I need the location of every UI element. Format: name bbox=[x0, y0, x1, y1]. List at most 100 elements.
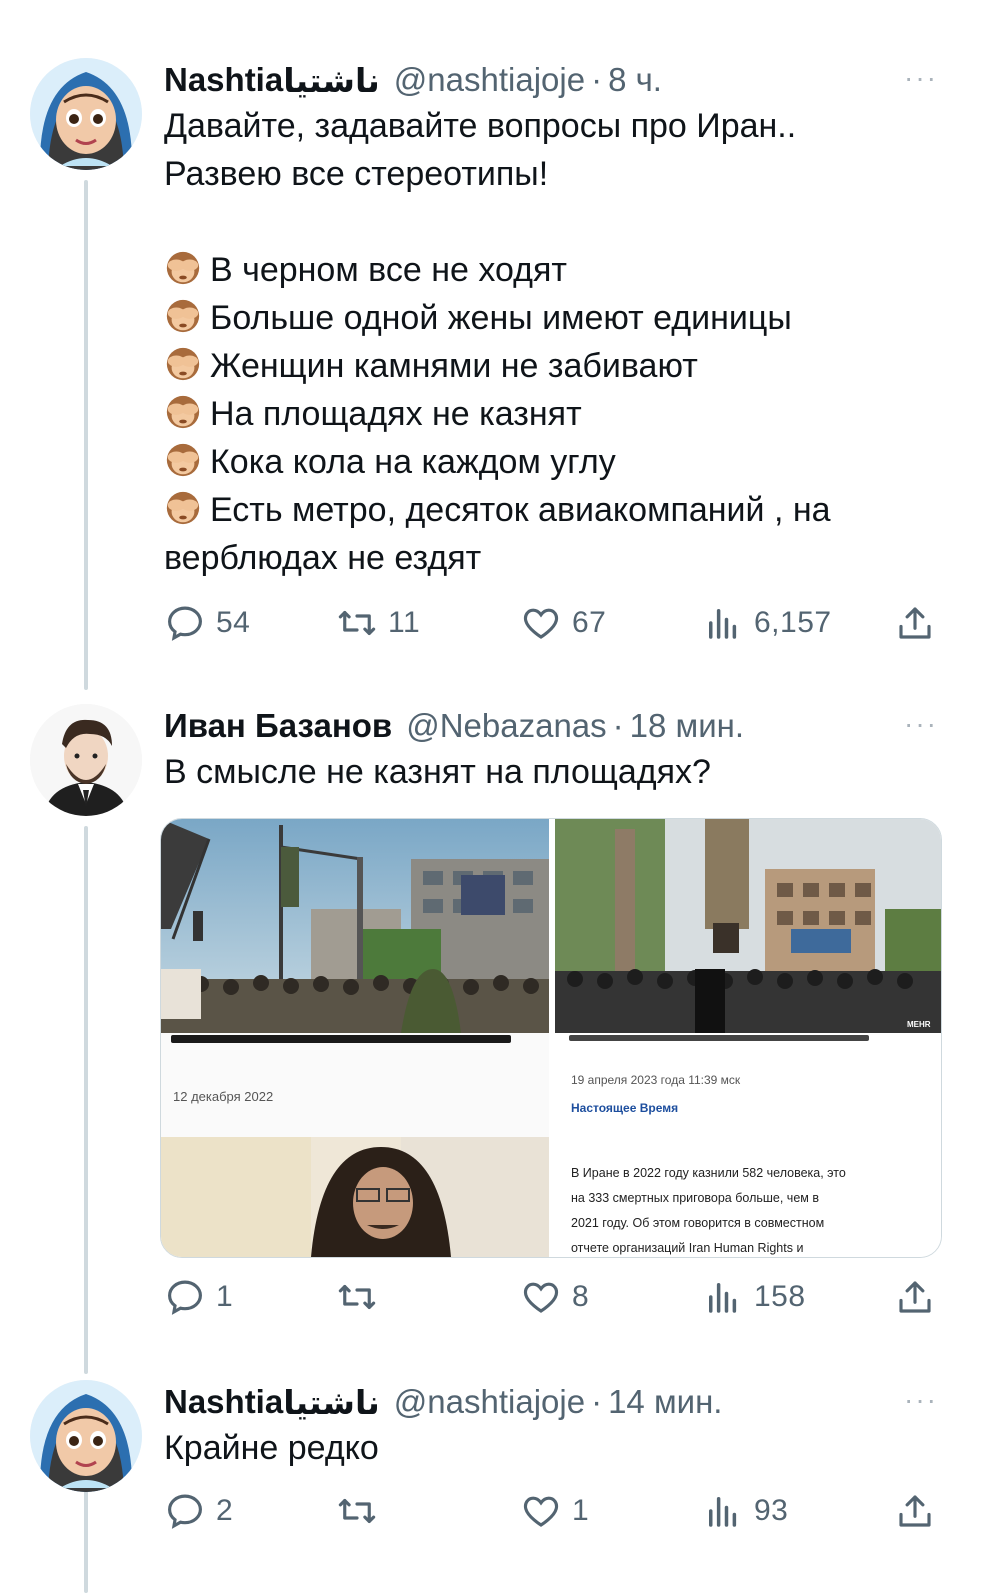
text-line: верблюдах не ездят bbox=[164, 539, 482, 577]
author-name[interactable]: Иван Базанов bbox=[164, 707, 392, 745]
list-item: Больше одной жены имеют единицы bbox=[164, 294, 831, 342]
reply-icon bbox=[168, 606, 202, 641]
retweet-icon bbox=[338, 610, 376, 636]
retweet-button[interactable] bbox=[336, 1486, 388, 1536]
tweet-text: Давайте, задавайте вопросы про Иран.. Ра… bbox=[164, 102, 831, 582]
like-count: 8 bbox=[572, 1280, 590, 1313]
views-count: 6,157 bbox=[754, 606, 832, 639]
more-icon[interactable]: ··· bbox=[904, 1384, 938, 1416]
reply-count: 54 bbox=[216, 606, 251, 639]
share-button[interactable] bbox=[894, 1272, 946, 1322]
views-count: 93 bbox=[754, 1494, 789, 1527]
tweet-header: Nashtia ناشتیا @nashtiajoje · 14 мин. bbox=[164, 1380, 722, 1424]
text-line: Развею все стереотипы! bbox=[164, 155, 549, 193]
item-text: Больше одной жены имеют единицы bbox=[210, 299, 792, 337]
reply-icon bbox=[168, 1494, 202, 1529]
author-name-persian[interactable]: ناشتیا bbox=[283, 61, 380, 100]
tweet-1: Nashtia ناشتیا @nashtiajoje · 8 ч. ··· Д… bbox=[0, 58, 984, 658]
tweet-time[interactable]: 8 ч. bbox=[608, 61, 662, 99]
article-date: 19 апреля 2023 года 11:39 мск bbox=[571, 1073, 741, 1087]
tweet-3: Nashtia ناشتیا @nashtiajoje · 14 мин. ··… bbox=[0, 1380, 984, 1593]
share-icon bbox=[899, 1495, 931, 1527]
media-photo-2[interactable]: MEHR bbox=[555, 819, 941, 1033]
author-name[interactable]: Nashtia bbox=[164, 1383, 283, 1421]
retweet-button[interactable] bbox=[336, 1272, 388, 1322]
like-button[interactable]: 1 bbox=[520, 1486, 589, 1536]
like-button[interactable]: 67 bbox=[520, 598, 606, 648]
views-button[interactable]: 6,157 bbox=[702, 598, 832, 648]
author-name-persian[interactable]: ناشتیا bbox=[283, 1383, 380, 1422]
avatar-ivan[interactable] bbox=[30, 704, 142, 816]
author-handle[interactable]: @Nebazanas bbox=[406, 707, 606, 745]
like-icon bbox=[523, 1282, 559, 1313]
reply-count: 2 bbox=[216, 1494, 234, 1527]
reply-button[interactable]: 1 bbox=[164, 1272, 233, 1322]
reply-button[interactable]: 54 bbox=[164, 598, 250, 648]
author-handle[interactable]: @nashtiajoje bbox=[394, 61, 585, 99]
see-no-evil-emoji bbox=[166, 395, 200, 429]
article-line: на 333 смертных приговора больше, чем в bbox=[571, 1191, 819, 1205]
share-icon bbox=[899, 1281, 931, 1313]
views-button[interactable]: 158 bbox=[702, 1272, 806, 1322]
cut-headline bbox=[171, 1035, 511, 1043]
like-icon bbox=[523, 1496, 559, 1527]
item-text: Женщин камнями не забивают bbox=[210, 347, 698, 385]
share-icon bbox=[899, 607, 931, 639]
article-photo bbox=[161, 1137, 549, 1257]
more-icon[interactable]: ··· bbox=[904, 708, 938, 740]
list-item: В черном все не ходят bbox=[164, 246, 831, 294]
article-line: 2021 году. Об этом говорится в совместно… bbox=[571, 1216, 825, 1230]
article-source[interactable]: Настоящее Время bbox=[571, 1101, 678, 1115]
more-icon[interactable]: ··· bbox=[904, 62, 938, 94]
article-line: отчете организаций Iran Human Rights и bbox=[571, 1241, 804, 1255]
action-bar: 2 1 93 bbox=[164, 1486, 944, 1536]
item-text: В черном все не ходят bbox=[210, 251, 567, 289]
avatar-nashtia[interactable] bbox=[30, 58, 142, 170]
retweet-button[interactable]: 11 bbox=[336, 598, 420, 648]
share-button[interactable] bbox=[894, 1486, 946, 1536]
cut-headline bbox=[569, 1035, 869, 1041]
tweet-header: Иван Базанов @Nebazanas · 18 мин. bbox=[164, 704, 744, 748]
text-line: В смысле не казнят на площадях? bbox=[164, 753, 711, 791]
avatar-nashtia[interactable] bbox=[30, 1380, 142, 1492]
author-handle[interactable]: @nashtiajoje bbox=[394, 1383, 585, 1421]
separator-dot: · bbox=[612, 707, 624, 744]
like-button[interactable]: 8 bbox=[520, 1272, 589, 1322]
author-name[interactable]: Nashtia bbox=[164, 61, 283, 99]
article-right: 19 апреля 2023 года 11:39 мск Настоящее … bbox=[555, 1033, 941, 1257]
tweet-header: Nashtia ناشتیا @nashtiajoje · 8 ч. bbox=[164, 58, 662, 102]
text-line: Давайте, задавайте вопросы про Иран.. bbox=[164, 107, 797, 145]
retweet-icon bbox=[338, 1498, 376, 1524]
list-item: Есть метро, десяток авиакомпаний , на bbox=[164, 486, 831, 534]
tweet-text: Крайне редко bbox=[164, 1424, 379, 1472]
see-no-evil-emoji bbox=[166, 251, 200, 285]
see-no-evil-emoji bbox=[166, 491, 200, 525]
media-photo-1[interactable] bbox=[161, 819, 549, 1033]
like-icon bbox=[523, 608, 559, 639]
views-button[interactable]: 93 bbox=[702, 1486, 788, 1536]
article-left: 12 декабря 2022 bbox=[161, 1033, 549, 1257]
tweet-media[interactable]: MEHR 12 декабря 2022 19 апреля 2023 года… bbox=[160, 818, 942, 1258]
tweet-time[interactable]: 14 мин. bbox=[608, 1383, 722, 1421]
views-icon bbox=[709, 1283, 737, 1313]
separator-dot: · bbox=[591, 61, 603, 98]
views-icon bbox=[709, 1497, 737, 1527]
article-date: 12 декабря 2022 bbox=[173, 1089, 274, 1104]
retweet-count: 11 bbox=[388, 606, 421, 639]
article-line: В Иране в 2022 году казнили 582 человека… bbox=[571, 1166, 846, 1180]
share-button[interactable] bbox=[894, 598, 946, 648]
like-count: 67 bbox=[572, 606, 607, 639]
list-item: Кока кола на каждом углу bbox=[164, 438, 831, 486]
tweet-time[interactable]: 18 мин. bbox=[630, 707, 744, 745]
separator-dot: · bbox=[591, 1383, 603, 1420]
reply-button[interactable]: 2 bbox=[164, 1486, 233, 1536]
action-bar: 1 8 158 bbox=[164, 1272, 944, 1322]
item-text: Есть метро, десяток авиакомпаний , на bbox=[210, 491, 831, 529]
list-item: Женщин камнями не забивают bbox=[164, 342, 831, 390]
see-no-evil-emoji bbox=[166, 347, 200, 381]
action-bar: 54 11 67 6,157 bbox=[164, 598, 944, 648]
text-line: Крайне редко bbox=[164, 1429, 379, 1467]
tweet-text: В смысле не казнят на площадях? bbox=[164, 748, 711, 796]
like-count: 1 bbox=[572, 1494, 590, 1527]
